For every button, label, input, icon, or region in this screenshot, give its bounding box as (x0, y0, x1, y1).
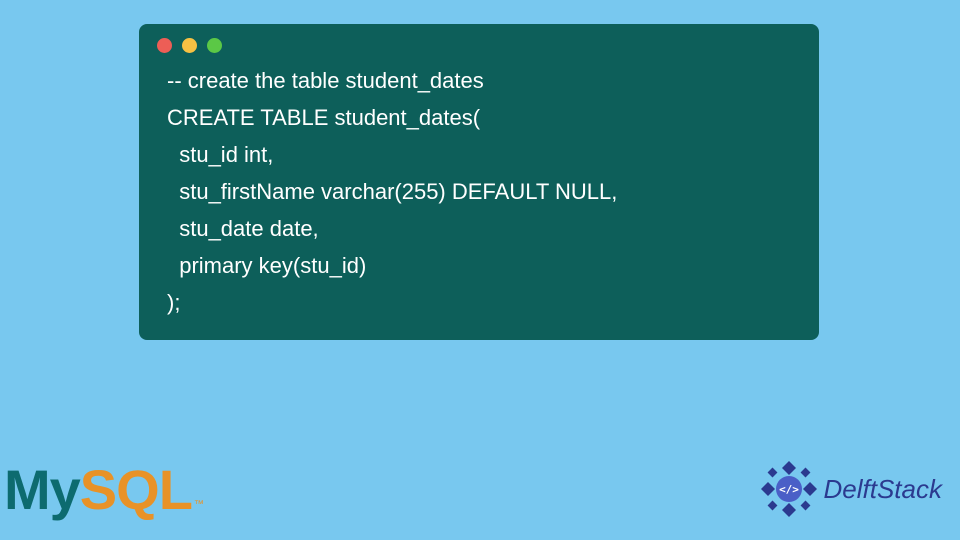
code-line: primary key(stu_id) (167, 253, 366, 278)
delftstack-icon: </> (760, 460, 818, 518)
code-line: -- create the table student_dates (167, 68, 484, 93)
code-line: stu_firstName varchar(255) DEFAULT NULL, (167, 179, 617, 204)
code-block: -- create the table student_dates CREATE… (139, 63, 819, 322)
code-line: stu_date date, (167, 216, 319, 241)
maximize-icon (207, 38, 222, 53)
delftstack-logo: </> DelftStack (760, 460, 943, 518)
code-line: CREATE TABLE student_dates( (167, 105, 480, 130)
close-icon (157, 38, 172, 53)
mysql-logo: MySQL™ (4, 457, 204, 522)
code-line: ); (167, 290, 180, 315)
code-window: -- create the table student_dates CREATE… (139, 24, 819, 340)
window-controls (139, 24, 819, 63)
mysql-logo-tm: ™ (194, 499, 204, 510)
svg-text:</>: </> (779, 483, 799, 496)
minimize-icon (182, 38, 197, 53)
mysql-logo-my: My (4, 457, 80, 522)
code-line: stu_id int, (167, 142, 273, 167)
mysql-logo-sql: SQL (80, 457, 192, 522)
delftstack-label: DelftStack (824, 474, 943, 505)
